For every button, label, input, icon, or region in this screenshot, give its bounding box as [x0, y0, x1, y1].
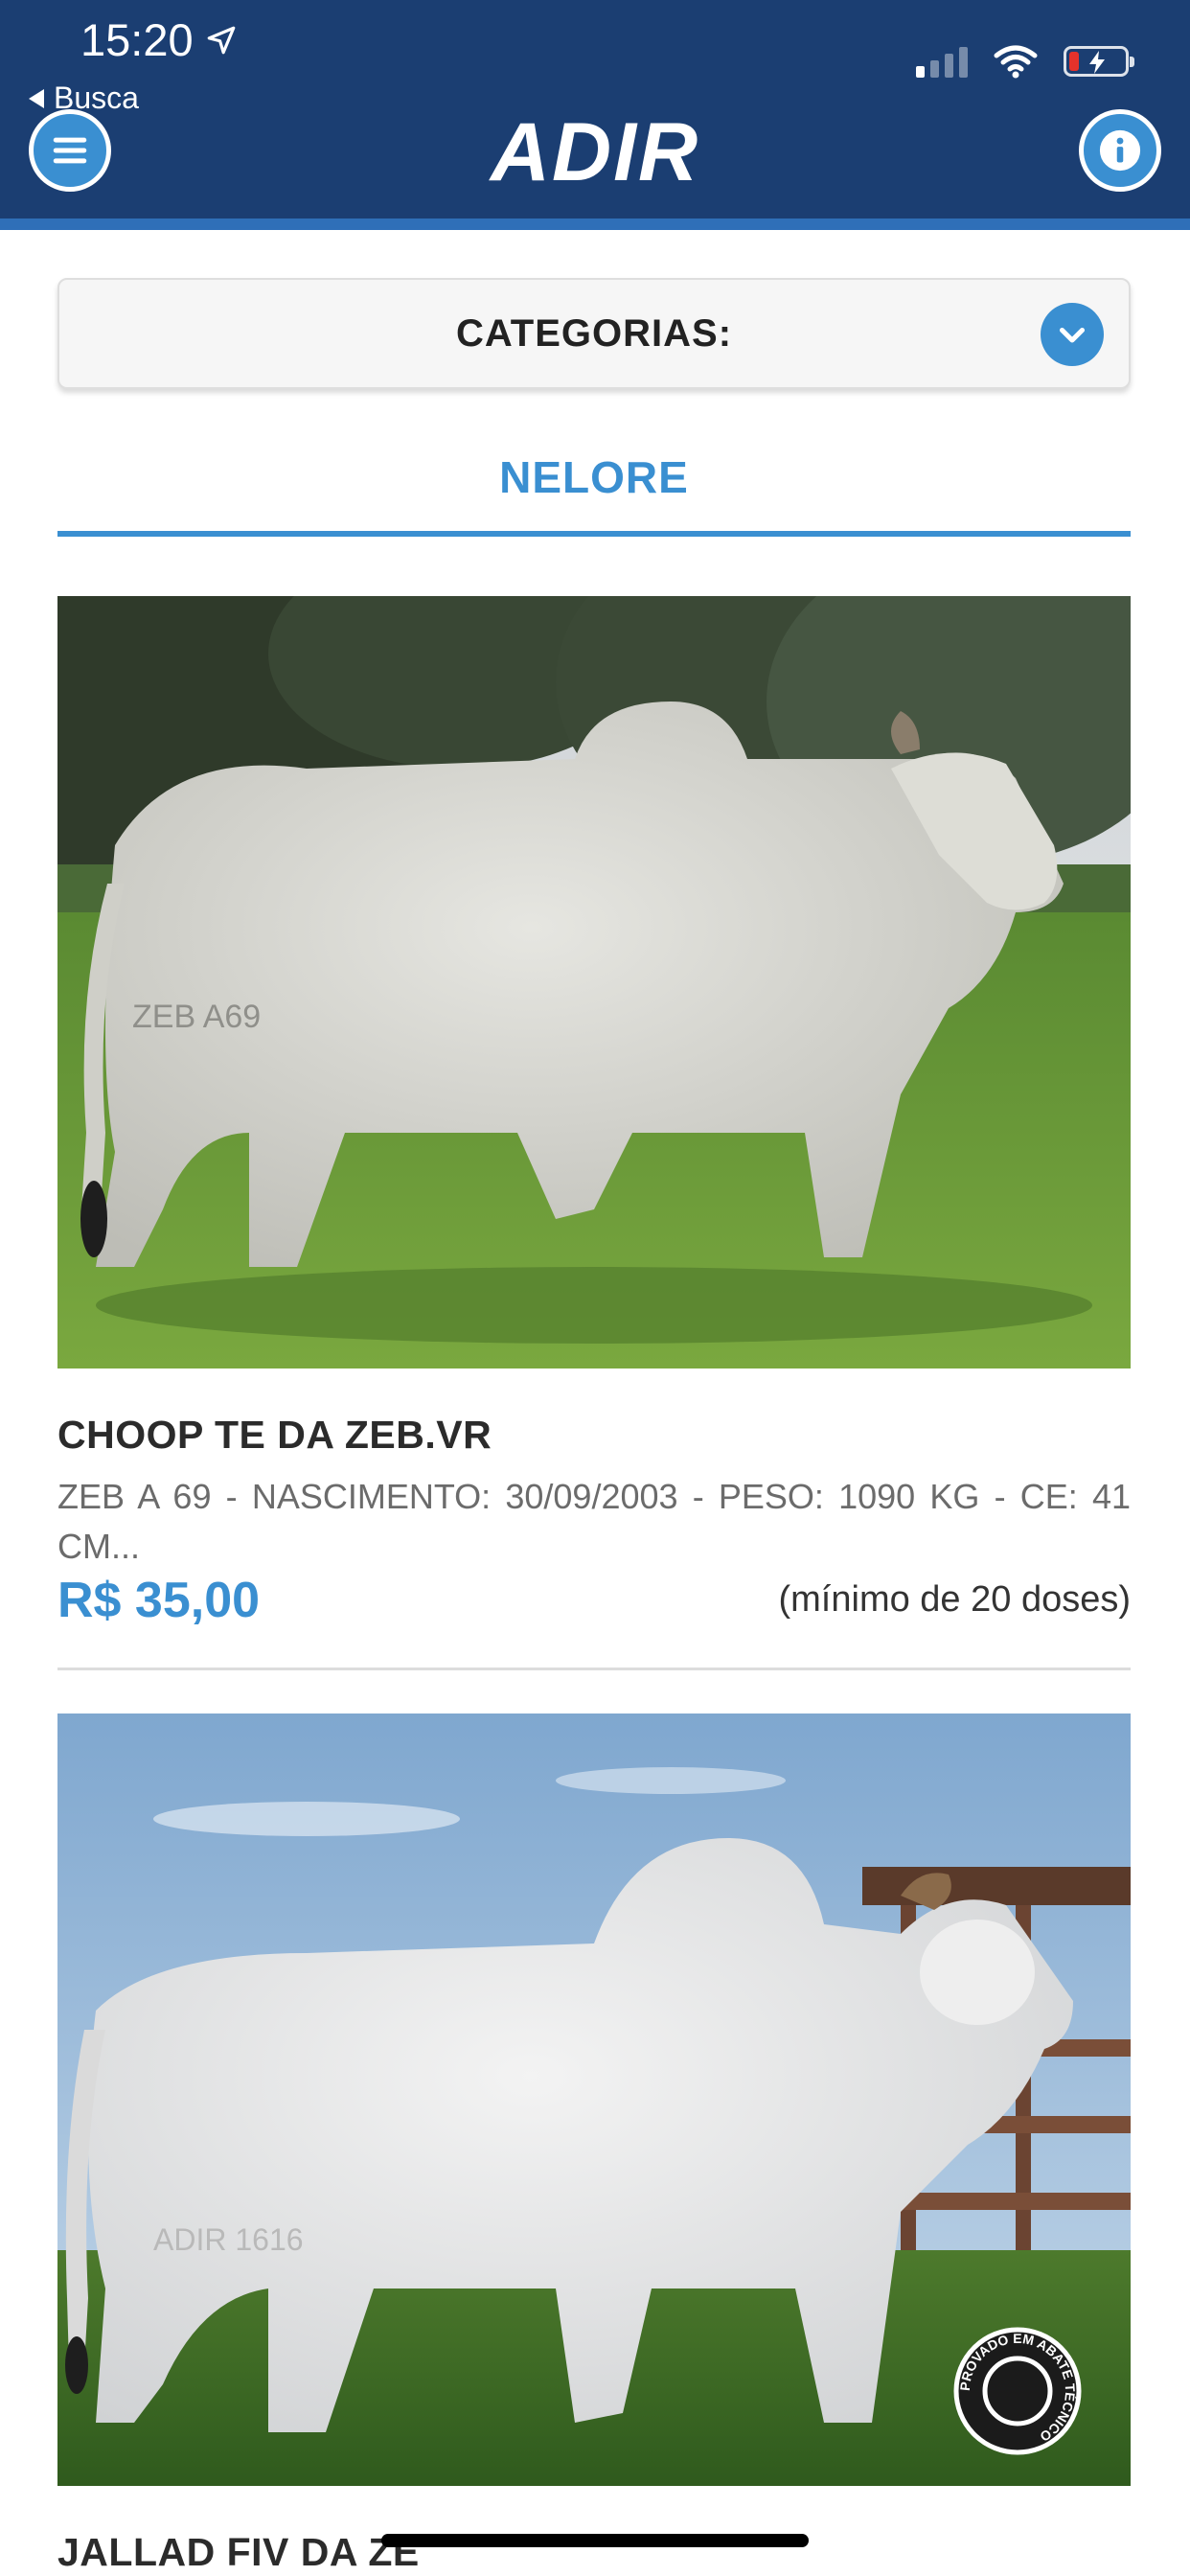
home-indicator: [381, 2534, 809, 2547]
status-indicators: [916, 44, 1134, 79]
categories-label: CATEGORIAS:: [455, 311, 733, 355]
brand-mark-text: ADIR 1616: [153, 2222, 304, 2257]
battery-charging-icon: [1064, 46, 1134, 77]
product-name[interactable]: JALLAD FIV DA ZE: [57, 2530, 420, 2575]
header-accent-stripe: [0, 218, 1190, 230]
adir-logo: ADIR: [490, 106, 700, 198]
product-name[interactable]: CHOOP TE DA ZEB.VR: [57, 1413, 492, 1458]
info-button[interactable]: [1079, 109, 1161, 192]
cellular-signal-icon: [916, 45, 968, 78]
status-time-text: 15:20: [80, 14, 194, 65]
wifi-icon: [994, 45, 1038, 79]
product-divider: [57, 1668, 1131, 1670]
product-description: ZEB A 69 - NASCIMENTO: 30/09/2003 - PESO…: [57, 1477, 1131, 1566]
tab-nelore[interactable]: NELORE: [57, 441, 1131, 537]
bull-photo-image: ADIR 1616 PROVADO EM ABATE TÉCNICO: [57, 1714, 1131, 2486]
brand-mark-text: ZEB A69: [132, 999, 261, 1035]
product-photo[interactable]: ZEB A69: [57, 596, 1131, 1368]
info-icon: [1099, 129, 1141, 172]
product-minimum-doses: (mínimo de 20 doses): [778, 1579, 1132, 1620]
chevron-down-icon: [1041, 303, 1104, 366]
app-header: 15:20 Busca ADIR: [0, 0, 1190, 218]
categories-dropdown[interactable]: CATEGORIAS:: [57, 278, 1131, 389]
bull-photo-image: ZEB A69: [57, 596, 1131, 1368]
location-arrow-icon: [207, 26, 235, 54]
provado-em-abate-tecnico-badge: PROVADO EM ABATE TÉCNICO: [953, 2327, 1082, 2455]
product-price: R$ 35,00: [57, 1573, 261, 1628]
product-photo[interactable]: ADIR 1616 PROVADO EM ABATE TÉCNICO: [57, 1714, 1131, 2486]
status-time: 15:20: [80, 13, 238, 66]
